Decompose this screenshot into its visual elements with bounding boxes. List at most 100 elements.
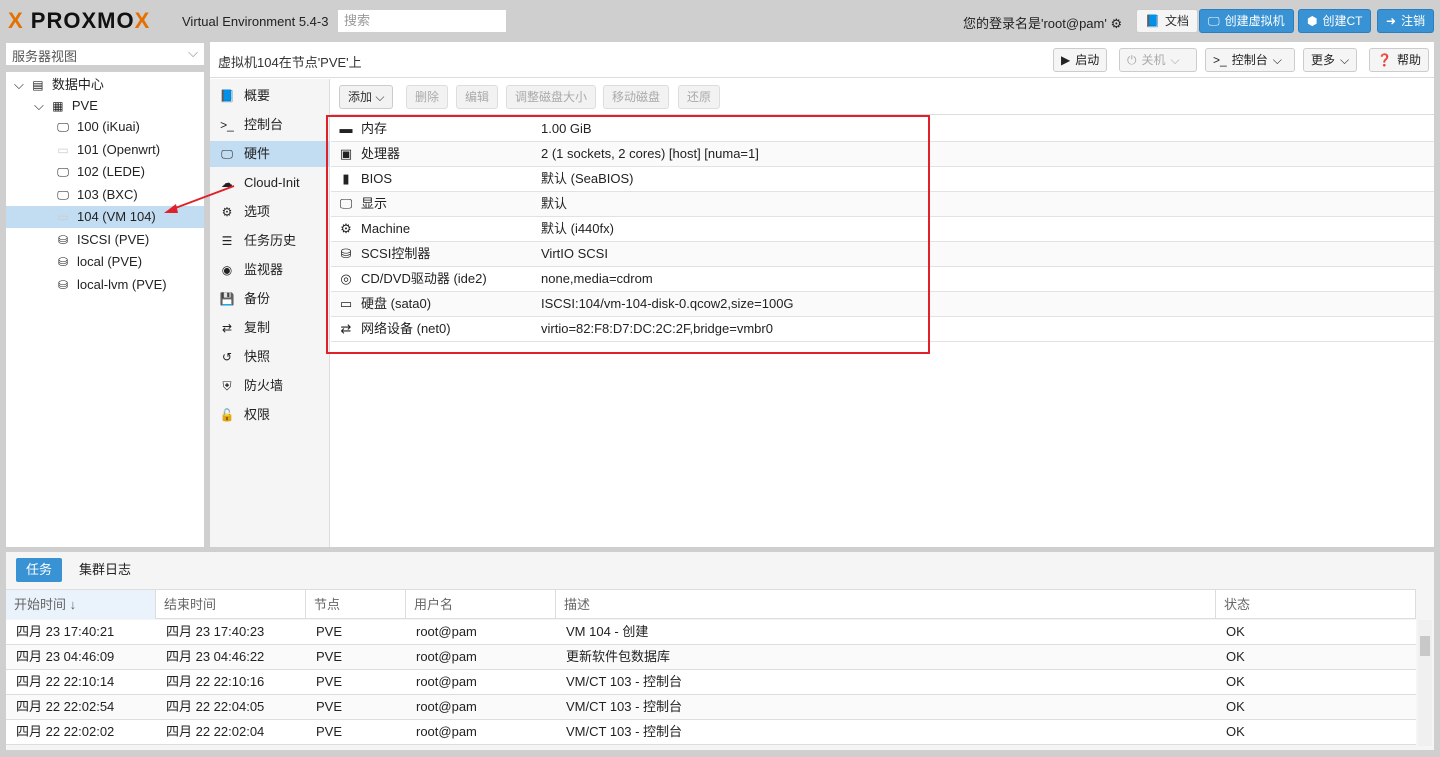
docs-button[interactable]: 📘 文档 bbox=[1136, 9, 1198, 33]
task-cell: 四月 23 04:46:22 bbox=[166, 649, 265, 664]
task-row[interactable]: 四月 23 04:46:09 四月 23 04:46:22 PVE root@pam 更… bbox=[6, 645, 1416, 670]
hardware-value: 默认 (SeaBIOS) bbox=[541, 171, 634, 186]
view-label: 服务器视图 bbox=[12, 49, 78, 64]
shutdown-button[interactable]: ⏻ 关机 ⌵ bbox=[1119, 48, 1197, 72]
tree-item[interactable]: ⛁ ISCSI (PVE) bbox=[54, 229, 149, 251]
nav-item[interactable]: ⛨ 防火墙 bbox=[210, 373, 330, 399]
task-cell: VM 104 - 创建 bbox=[566, 624, 649, 639]
nav-item[interactable]: ⇄ 复制 bbox=[210, 315, 330, 341]
tree-item[interactable]: ⌵ ▦ PVE bbox=[34, 95, 98, 117]
hardware-row[interactable]: ⇄ 网络设备 (net0) virtio=82:F8:D7:DC:2C:2F,bri… bbox=[331, 317, 1434, 342]
nav-item-label: Cloud-Init bbox=[244, 175, 300, 190]
task-cell: root@pam bbox=[416, 724, 477, 739]
tab-cluster-log[interactable]: 集群日志 bbox=[69, 558, 141, 582]
tree-item-label: 104 (VM 104) bbox=[77, 209, 156, 224]
tree-item[interactable]: ⛁ local (PVE) bbox=[54, 251, 142, 273]
vm-running-icon: 🖵 bbox=[57, 120, 69, 134]
task-row[interactable]: 四月 22 22:02:54 四月 22 22:04:05 PVE root@pam V… bbox=[6, 695, 1416, 720]
nav-item[interactable]: ↺ 快照 bbox=[210, 344, 330, 370]
resize-disk-button[interactable]: 调整磁盘大小 bbox=[506, 85, 597, 109]
play-icon: ▶ bbox=[1061, 53, 1071, 67]
tree-item-label: 101 (Openwrt) bbox=[77, 141, 161, 157]
task-cell: 四月 23 17:40:21 bbox=[16, 624, 115, 639]
node-online-icon: ▦ bbox=[52, 99, 64, 113]
start-button[interactable]: ▶ 启动 bbox=[1053, 48, 1108, 72]
hardware-row[interactable]: 🖵 显示 默认 bbox=[331, 192, 1434, 217]
nav-item-label: 控制台 bbox=[244, 117, 284, 132]
column-header[interactable]: 描述 bbox=[556, 590, 1216, 619]
move-disk-button[interactable]: 移动磁盘 bbox=[603, 85, 670, 109]
hardware-row[interactable]: ▣ 处理器 2 (1 sockets, 2 cores) [host] [numa=… bbox=[331, 142, 1434, 167]
nav-item[interactable]: 🔓 权限 bbox=[210, 402, 330, 428]
nav-item[interactable]: 📘 概要 bbox=[210, 83, 330, 109]
column-header[interactable]: 开始时间 ↓ bbox=[6, 590, 156, 619]
tree-item-label: local (PVE) bbox=[77, 254, 143, 269]
tab-tasks[interactable]: 任务 bbox=[16, 558, 63, 582]
view-selector[interactable]: 服务器视图 ⌵ bbox=[6, 43, 204, 65]
hardware-row[interactable]: ◎ CD/DVD驱动器 (ide2) none,media=cdrom bbox=[331, 267, 1434, 292]
chevron-down-icon[interactable]: ⌵ bbox=[14, 74, 24, 96]
terminal-icon: >_ bbox=[1213, 53, 1227, 67]
bios-icon: ▮ bbox=[342, 171, 350, 186]
monitor-icon: 🖵 bbox=[1208, 14, 1220, 28]
tree-item[interactable]: ⌵ ▤ 数据中心 bbox=[14, 74, 104, 96]
task-cell: 四月 23 17:40:23 bbox=[166, 624, 265, 639]
nav-item[interactable]: ◉ 监视器 bbox=[210, 257, 330, 283]
tree-item[interactable]: ▭ 101 (Openwrt) bbox=[54, 139, 160, 161]
gear-icon[interactable]: ⚙ bbox=[1110, 16, 1122, 31]
column-header[interactable]: 用户名 bbox=[406, 590, 556, 619]
revert-button[interactable]: 还原 bbox=[678, 85, 721, 109]
scrollbar-thumb[interactable] bbox=[1420, 636, 1430, 656]
chevron-down-icon[interactable]: ⌵ bbox=[34, 95, 44, 117]
console-button[interactable]: >_ 控制台 ⌵ bbox=[1205, 48, 1295, 72]
hardware-key: 网络设备 (net0) bbox=[361, 321, 451, 336]
main-panel: 虚拟机104在节点'PVE'上 ▶ 启动 ⏻ 关机 ⌵ >_ 控制台 ⌵ 更多 ⌵ ❓ 帮助 … bbox=[210, 42, 1434, 547]
column-header[interactable]: 状态 bbox=[1216, 590, 1416, 619]
edit-button[interactable]: 编辑 bbox=[456, 85, 499, 109]
task-cell: 四月 22 22:02:04 bbox=[166, 724, 265, 739]
task-row[interactable]: 四月 22 22:02:02 四月 22 22:02:04 PVE root@pam V… bbox=[6, 720, 1416, 745]
task-row[interactable]: 四月 22 22:10:14 四月 22 22:10:16 PVE root@pam V… bbox=[6, 670, 1416, 695]
column-header[interactable]: 结束时间 bbox=[156, 590, 306, 619]
create-ct-button[interactable]: ⬢ 创建CT bbox=[1298, 9, 1372, 33]
nav-item-label: 复制 bbox=[244, 320, 271, 335]
nav-item[interactable]: ☰ 任务历史 bbox=[210, 228, 330, 254]
column-header[interactable]: 节点 bbox=[306, 590, 406, 619]
search-input[interactable]: 搜索 bbox=[338, 10, 506, 32]
task-cell: PVE bbox=[316, 699, 343, 714]
task-cell: 四月 22 22:02:02 bbox=[16, 724, 115, 739]
hardware-row[interactable]: ▭ 硬盘 (sata0) ISCSI:104/vm-104-disk-0.qcow2… bbox=[331, 292, 1434, 317]
add-button[interactable]: 添加 ⌵ bbox=[339, 85, 394, 109]
hardware-row[interactable]: ▮ BIOS 默认 (SeaBIOS) bbox=[331, 167, 1434, 192]
task-cell: 四月 22 22:02:54 bbox=[16, 699, 115, 714]
tree-item[interactable]: ⛁ local-lvm (PVE) bbox=[54, 274, 167, 296]
vm-running-icon: 🖵 bbox=[57, 187, 69, 202]
cogs-icon: ⚙ bbox=[340, 221, 352, 236]
hardware-value: none,media=cdrom bbox=[541, 271, 653, 286]
nav-item[interactable]: 💾 备份 bbox=[210, 286, 330, 312]
help-button[interactable]: ❓ 帮助 bbox=[1369, 48, 1429, 72]
display-icon: 🖵 bbox=[339, 196, 353, 211]
logout-button[interactable]: ➜ 注销 bbox=[1377, 9, 1435, 33]
tree-item-label: 102 (LEDE) bbox=[77, 164, 145, 179]
task-cell: root@pam bbox=[416, 699, 477, 714]
tree-item[interactable]: 🖵 102 (LEDE) bbox=[54, 161, 145, 183]
create-vm-button[interactable]: 🖵 创建虚拟机 bbox=[1199, 9, 1294, 33]
nav-item[interactable]: 🖵 硬件 bbox=[210, 141, 330, 167]
database-icon: ⛁ bbox=[340, 246, 352, 261]
hardware-row[interactable]: ⚙ Machine 默认 (i440fx) bbox=[331, 217, 1434, 242]
nav-item-label: 硬件 bbox=[244, 146, 271, 161]
hardware-row[interactable]: ⛁ SCSI控制器 VirtIO SCSI bbox=[331, 242, 1434, 267]
tree-item[interactable]: 🖵 100 (iKuai) bbox=[54, 116, 140, 138]
shutdown-label: 关机 bbox=[1141, 53, 1166, 67]
memory-icon: ▬ bbox=[339, 121, 353, 136]
nav-item[interactable]: >_ 控制台 bbox=[210, 112, 330, 138]
hardware-row[interactable]: ▬ 内存 1.00 GiB bbox=[331, 117, 1434, 142]
tree-item[interactable]: 🖵 103 (BXC) bbox=[54, 184, 138, 206]
task-cell: OK bbox=[1226, 724, 1245, 739]
task-row[interactable]: 四月 23 17:40:21 四月 23 17:40:23 PVE root@pam V… bbox=[6, 620, 1416, 645]
task-panel: 任务 集群日志 开始时间 ↓ 结束时间 节点 用户名 描述 状态 四月 23 17:40:… bbox=[6, 552, 1434, 750]
cube-icon: ⬢ bbox=[1307, 14, 1318, 28]
remove-button[interactable]: 删除 bbox=[406, 85, 449, 109]
more-button[interactable]: 更多 ⌵ bbox=[1303, 48, 1358, 72]
